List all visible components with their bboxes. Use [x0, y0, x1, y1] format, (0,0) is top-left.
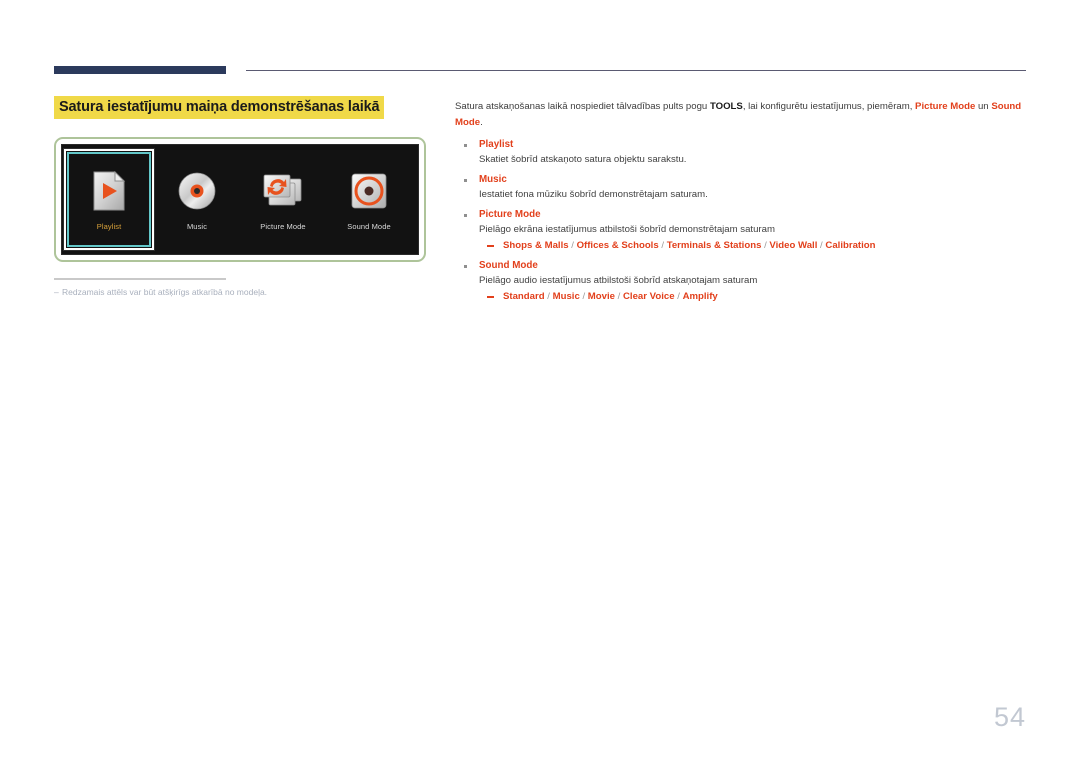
tile-label-playlist: Playlist — [96, 221, 122, 231]
caption-divider — [54, 278, 226, 280]
options-row: Shops & Malls / Offices & Schools / Term… — [479, 238, 1027, 253]
device-screen: Playlist Music Picture Mode Sound Mode — [61, 144, 419, 255]
option-movie: Movie — [587, 291, 615, 303]
tile-label-picture-mode: Picture Mode — [260, 221, 306, 231]
right-column: Satura atskaņošanas laikā nospiediet tāl… — [455, 99, 1027, 309]
intro-part2: , lai konfigurētu iestatījumus, piemēram… — [742, 101, 916, 112]
caption-text: Redzamais attēls var būt atšķirīgs atkar… — [62, 287, 268, 297]
option-standard: Standard — [503, 291, 545, 303]
tile-picture-mode[interactable]: Picture Mode — [240, 145, 326, 254]
caption-dash: – — [54, 287, 59, 297]
list-item: Music Iestatiet fona mūziku šobrīd demon… — [455, 172, 1027, 202]
options-list-picture-mode: Shops & Malls / Offices & Schools / Term… — [479, 238, 1027, 253]
item-heading-playlist: Playlist — [479, 139, 514, 151]
item-heading-sound-mode: Sound Mode — [479, 260, 538, 272]
item-description-playlist: Skatiet šobrīd atskaņoto satura objektu … — [479, 154, 687, 166]
list-item: Playlist Skatiet šobrīd atskaņoto satura… — [455, 137, 1027, 167]
tile-label-sound-mode: Sound Mode — [347, 221, 391, 231]
item-description-music: Iestatiet fona mūziku šobrīd demonstrēta… — [479, 189, 708, 201]
intro-part1: Satura atskaņošanas laikā nospiediet tāl… — [455, 101, 710, 112]
tile-sound-mode[interactable]: Sound Mode — [326, 145, 412, 254]
item-description-picture-mode: Pielāgo ekrāna iestatījumus atbilstoši š… — [479, 224, 775, 236]
intro-part3: un — [975, 101, 992, 112]
header-rule-line — [246, 70, 1026, 71]
manual-page: Satura iestatījumu maiņa demonstrēšanas … — [0, 0, 1080, 763]
option-video-wall: Video Wall — [769, 240, 818, 252]
music-disc-icon — [175, 169, 219, 213]
tile-music[interactable]: Music — [154, 145, 240, 254]
option-calibration: Calibration — [825, 240, 876, 252]
tile-strip: Playlist Music Picture Mode Sound Mode — [62, 145, 418, 254]
intro-picture-mode-keyword: Picture Mode — [915, 101, 976, 112]
tile-label-music: Music — [186, 221, 208, 231]
options-list-sound-mode: Standard / Music / Movie / Clear Voice /… — [479, 289, 1027, 304]
item-heading-music: Music — [479, 174, 507, 186]
option-music: Music — [552, 291, 580, 303]
intro-part4: . — [480, 116, 483, 128]
item-heading-picture-mode: Picture Mode — [479, 209, 541, 221]
list-item: Sound Mode Pielāgo audio iestatījumus at… — [455, 258, 1027, 304]
page-number: 54 — [993, 702, 1026, 732]
sound-mode-speaker-icon — [347, 169, 391, 213]
intro-paragraph: Satura atskaņošanas laikā nospiediet tāl… — [455, 99, 1027, 130]
option-terminals-stations: Terminals & Stations — [666, 240, 762, 252]
settings-list: Playlist Skatiet šobrīd atskaņoto satura… — [455, 137, 1027, 304]
figure-frame: Playlist Music Picture Mode Sound Mode — [54, 137, 426, 262]
intro-tools-keyword: TOOLS — [709, 101, 743, 112]
option-shops-malls: Shops & Malls — [503, 240, 569, 252]
picture-mode-refresh-icon — [261, 169, 305, 213]
list-item: Picture Mode Pielāgo ekrāna iestatījumus… — [455, 207, 1027, 253]
page-title-wrap: Satura iestatījumu maiņa demonstrēšanas … — [54, 96, 426, 119]
item-description-sound-mode: Pielāgo audio iestatījumus atbilstoši šo… — [479, 275, 758, 287]
tile-playlist[interactable]: Playlist — [63, 148, 155, 251]
left-column: Satura iestatījumu maiņa demonstrēšanas … — [54, 96, 426, 119]
page-title: Satura iestatījumu maiņa demonstrēšanas … — [54, 96, 385, 119]
figure-caption: – Redzamais attēls var būt atšķirīgs atka… — [54, 286, 414, 299]
option-offices-schools: Offices & Schools — [576, 240, 659, 252]
option-clear-voice: Clear Voice — [623, 291, 675, 303]
options-row: Standard / Music / Movie / Clear Voice /… — [479, 289, 1027, 304]
playlist-file-play-icon — [87, 169, 131, 213]
option-amplify: Amplify — [682, 291, 718, 303]
header-accent-bar — [54, 66, 226, 74]
